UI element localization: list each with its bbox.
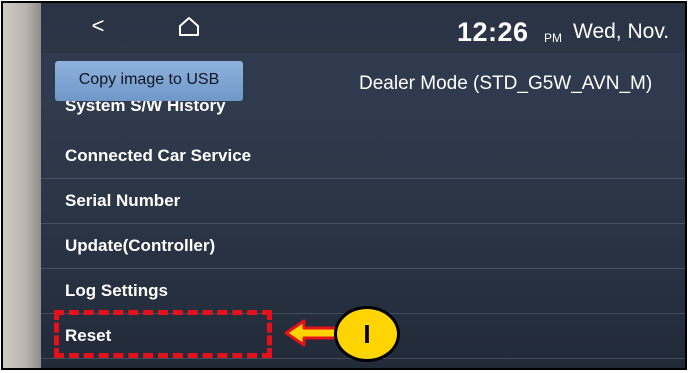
chevron-left-icon: < bbox=[91, 13, 105, 38]
date-text: Wed, Nov. bbox=[573, 20, 670, 43]
list-item-label: Update(Controller) bbox=[65, 236, 216, 255]
clock-time: 12:26 bbox=[457, 17, 529, 47]
list-item-update-controller[interactable]: Update(Controller) bbox=[41, 224, 685, 269]
copy-image-to-usb-button[interactable]: Copy image to USB bbox=[55, 61, 243, 101]
arrow-left-icon bbox=[284, 319, 340, 347]
page-title: Dealer Mode (STD_G5W_AVN_M) bbox=[359, 73, 653, 94]
list-item-partial[interactable]: System S/W History bbox=[65, 101, 226, 115]
step-badge: I bbox=[334, 306, 400, 362]
list-item-connected-car-service[interactable]: Connected Car Service bbox=[41, 134, 685, 179]
reset-highlight-box bbox=[54, 310, 272, 358]
clock-ampm: PM bbox=[544, 31, 562, 45]
list-item-serial-number[interactable]: Serial Number bbox=[41, 179, 685, 224]
list-item-label: Log Settings bbox=[65, 281, 168, 300]
screen-bezel bbox=[3, 3, 41, 368]
home-icon[interactable] bbox=[177, 15, 201, 37]
back-button[interactable]: < bbox=[85, 13, 111, 39]
list-item-label: Serial Number bbox=[65, 191, 181, 210]
list-item-label: Connected Car Service bbox=[65, 146, 252, 165]
